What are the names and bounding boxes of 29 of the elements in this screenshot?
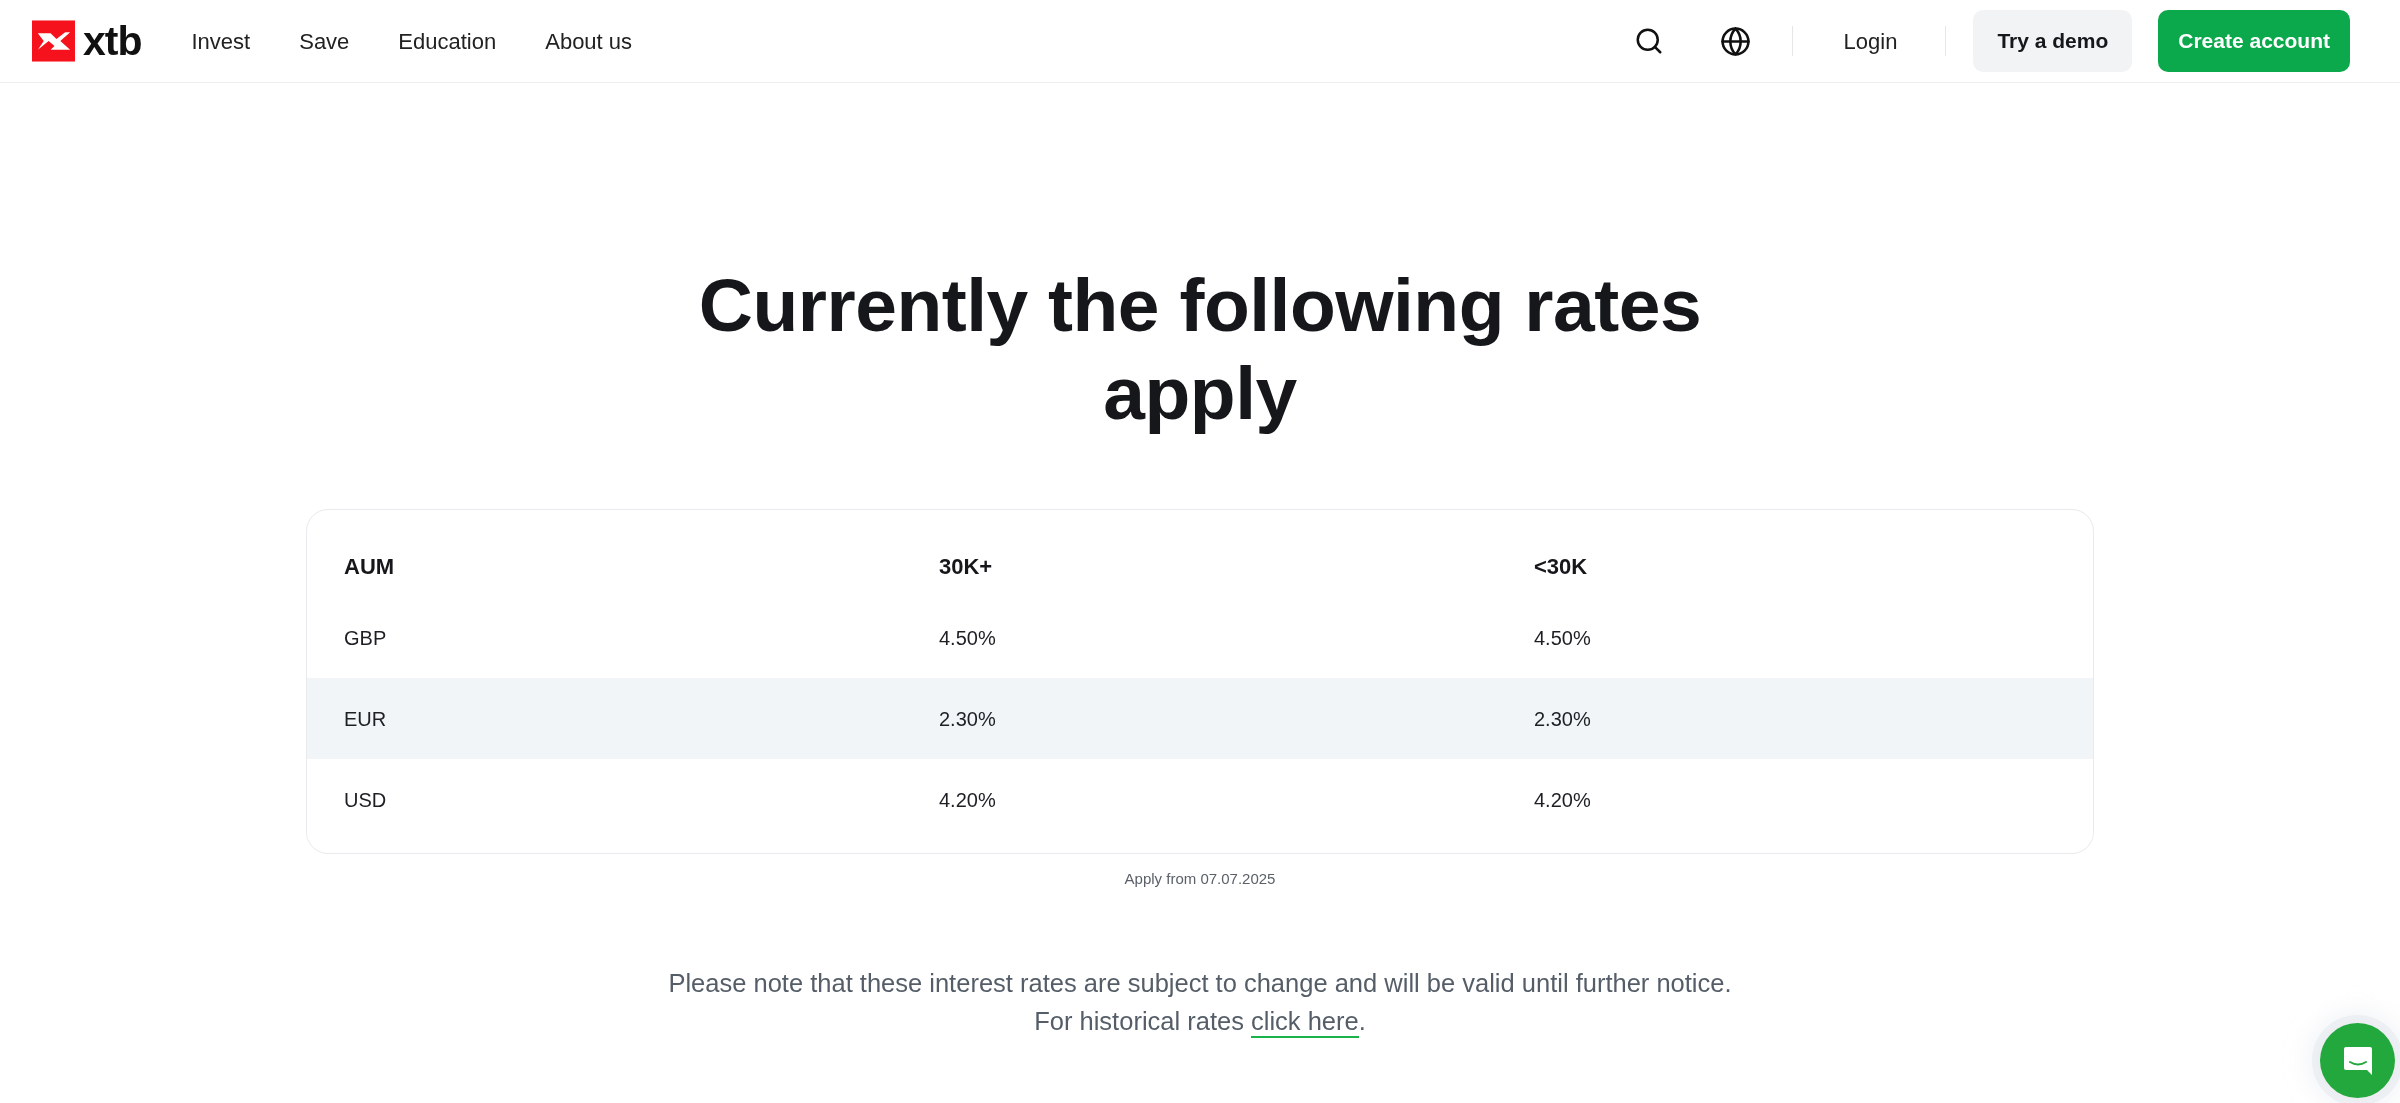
nav-link[interactable]: Save: [299, 24, 350, 58]
table-footnote: Apply from 07.07.2025: [1124, 869, 1276, 889]
column-header: AUM: [344, 552, 395, 581]
chat-button[interactable]: [2320, 1023, 2395, 1098]
historical-rates-text: For historical rates click here.: [1034, 1002, 1366, 1040]
table-cell-text: 2.30%: [1534, 706, 1591, 732]
language-button[interactable]: [1719, 25, 1752, 57]
table-cell-text: EUR: [344, 706, 387, 732]
notice-text: Please note that these interest rates are subject to change and will be valid until further notice.: [668, 968, 1732, 999]
column-header: <30K: [1534, 552, 1588, 581]
table-cell-text: 4.20%: [939, 787, 996, 813]
table-cell-text: 2.30%: [939, 706, 996, 732]
nav-link[interactable]: About us: [545, 24, 633, 58]
column-header: 30K+: [939, 552, 993, 581]
login-link[interactable]: Login: [1843, 24, 1898, 58]
historical-rates-link[interactable]: click here: [1251, 1007, 1359, 1038]
globe-icon: [1720, 25, 1752, 57]
chat-bubble-icon: [2342, 1045, 2373, 1076]
table-cell-text: 4.50%: [1534, 625, 1591, 651]
table-cell-text: GBP: [344, 625, 387, 651]
nav-link[interactable]: Invest: [191, 24, 251, 58]
table-cell-text: 4.20%: [1534, 787, 1591, 813]
nav-link[interactable]: Education: [398, 24, 497, 58]
table-cell-text: USD: [344, 787, 387, 813]
try-demo-button[interactable]: Try a demo: [1973, 10, 2133, 72]
table-cell-text: 4.50%: [939, 625, 996, 651]
page-heading: Currently the following rates apply: [697, 262, 1703, 437]
home-logo-link[interactable]: xtb: [32, 20, 142, 62]
logo-icon: [32, 20, 75, 62]
